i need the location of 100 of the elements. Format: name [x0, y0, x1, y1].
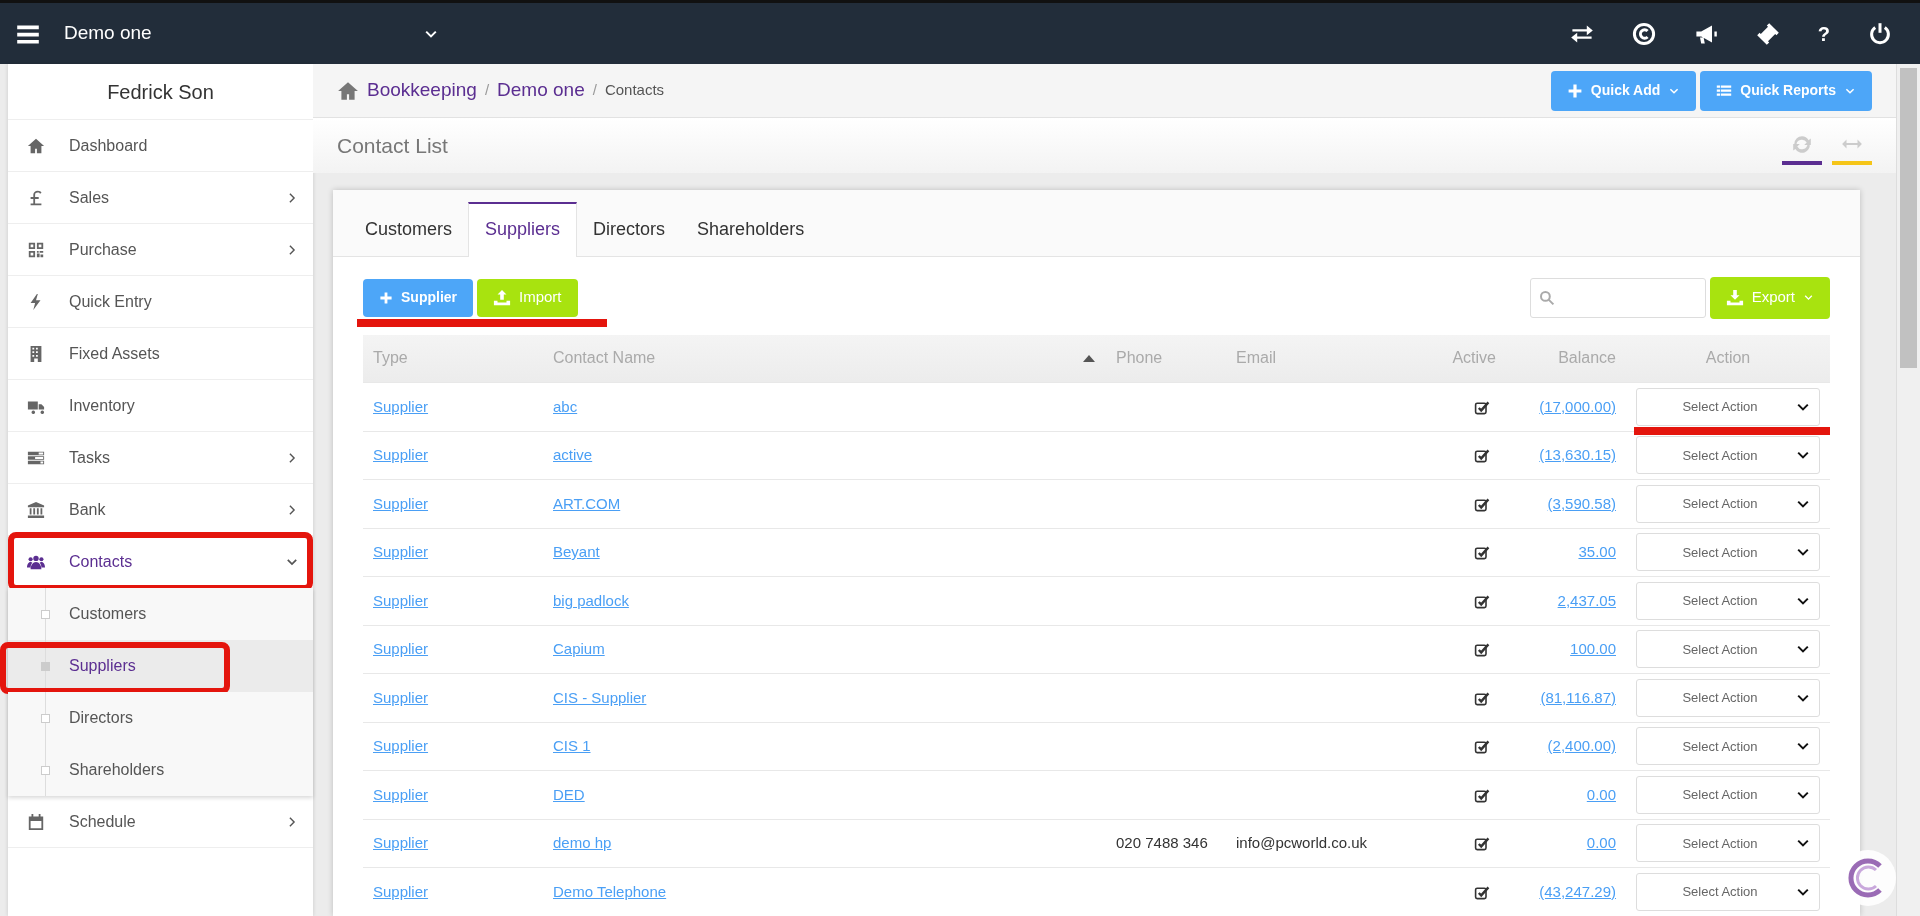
type-link[interactable]: Supplier: [373, 640, 429, 657]
balance-link[interactable]: 2,437.05: [1557, 591, 1616, 609]
action-select[interactable]: Select Action: [1636, 387, 1820, 426]
action-select[interactable]: Select Action: [1636, 484, 1820, 523]
tab[interactable]: Customers: [349, 201, 469, 256]
breadcrumb-separator: /: [484, 80, 490, 101]
contact-name-link[interactable]: CIS 1: [553, 737, 591, 754]
contact-name-link[interactable]: DED: [553, 785, 585, 803]
action-select[interactable]: Select Action: [1636, 581, 1820, 620]
sidebar-item[interactable]: Bank: [8, 484, 313, 536]
add-supplier-button[interactable]: Supplier: [363, 278, 473, 317]
column-header[interactable]: Balance: [1558, 349, 1616, 367]
action-select[interactable]: Select Action: [1636, 873, 1820, 911]
sidebar-item[interactable]: Sales: [8, 172, 313, 224]
balance-link[interactable]: 0.00: [1586, 785, 1616, 803]
type-link[interactable]: Supplier: [373, 785, 429, 803]
balance-link[interactable]: (81,116.87): [1540, 688, 1616, 706]
phone-number: 020 7488 346: [1116, 834, 1208, 851]
grid-icon: [26, 240, 46, 259]
scrollbar[interactable]: [1896, 64, 1920, 916]
contact-name-link[interactable]: abc: [553, 397, 578, 415]
download-icon: [1725, 288, 1744, 307]
email-address: info@pcworld.co.uk: [1236, 834, 1368, 851]
export-button[interactable]: Export: [1709, 276, 1830, 319]
type-link[interactable]: Supplier: [373, 494, 429, 512]
type-link[interactable]: Supplier: [373, 737, 429, 754]
search-field[interactable]: [1529, 277, 1706, 318]
sidebar-item[interactable]: Fixed Assets: [8, 328, 313, 380]
type-link[interactable]: Supplier: [373, 834, 429, 851]
user-name: Fedrick Son: [107, 79, 214, 105]
type-link[interactable]: Supplier: [373, 397, 429, 415]
tree-connector-icon: [41, 588, 51, 640]
balance-link[interactable]: (17,000.00): [1539, 397, 1616, 415]
breadcrumb-separator: /: [592, 80, 597, 101]
contact-name-link[interactable]: Demo Telephone: [553, 882, 667, 900]
contact-name-link[interactable]: ART.COM: [553, 494, 621, 512]
type-link[interactable]: Supplier: [373, 446, 429, 463]
column-header[interactable]: Type: [373, 349, 408, 367]
type-link[interactable]: Supplier: [373, 543, 429, 560]
action-select[interactable]: Select Action: [1636, 678, 1820, 717]
sidebar-item[interactable]: Purchase: [8, 224, 313, 276]
action-select[interactable]: Select Action: [1636, 775, 1820, 814]
dropdown-button[interactable]: Quick Add: [1550, 70, 1697, 111]
page-title: Contact List: [337, 132, 448, 159]
column-header[interactable]: Contact Name: [553, 346, 656, 371]
tab[interactable]: Suppliers: [468, 201, 578, 257]
type-link[interactable]: Supplier: [373, 688, 429, 706]
list-icon: [1716, 82, 1733, 99]
tab[interactable]: Directors: [577, 201, 682, 256]
column-header[interactable]: Email: [1236, 349, 1276, 367]
contact-name-link[interactable]: big padlock: [553, 591, 629, 609]
action-select[interactable]: Select Action: [1636, 630, 1820, 669]
upload-icon: [493, 288, 511, 307]
copyright-icon: [1631, 21, 1656, 46]
help-link[interactable]: ?: [1817, 18, 1830, 49]
balance-link[interactable]: 100.00: [1570, 640, 1616, 657]
submenu-item[interactable]: Directors: [8, 692, 313, 744]
type-link[interactable]: Supplier: [373, 882, 429, 900]
plus-icon: [379, 290, 393, 305]
balance-link[interactable]: 0.00: [1586, 834, 1616, 851]
home-icon: [26, 136, 46, 155]
sidebar-item[interactable]: Quick Entry: [8, 276, 313, 328]
company-selector[interactable]: Demo one: [64, 19, 439, 48]
bank-icon: [26, 500, 46, 519]
tab[interactable]: Shareholders: [681, 201, 821, 256]
contact-name-link[interactable]: CIS - Supplier: [553, 688, 647, 706]
ticket-icon: [1755, 21, 1780, 46]
breadcrumb-current: Contacts: [604, 80, 665, 101]
action-select[interactable]: Select Action: [1636, 727, 1820, 766]
search-icon: [1538, 289, 1555, 306]
contact-name-link[interactable]: demo hp: [553, 834, 612, 851]
refresh-icon: [1791, 133, 1813, 156]
power-icon: [1868, 21, 1892, 46]
submenu-item[interactable]: Customers: [8, 588, 313, 640]
breadcrumb-link[interactable]: Bookkeeping: [367, 76, 477, 105]
balance-link[interactable]: (2,400.00): [1547, 737, 1616, 754]
import-button[interactable]: Import: [477, 278, 578, 317]
sidebar-item[interactable]: Schedule: [8, 796, 313, 848]
tree-connector-icon: [41, 692, 51, 744]
sidebar-item[interactable]: Inventory: [8, 380, 313, 432]
action-select[interactable]: Select Action: [1636, 824, 1820, 863]
contact-name-link[interactable]: active: [553, 446, 593, 463]
column-header[interactable]: Phone: [1116, 349, 1163, 367]
submenu-item[interactable]: Shareholders: [8, 744, 313, 796]
dropdown-button[interactable]: Quick Reports: [1700, 70, 1872, 111]
balance-link[interactable]: (43,247.29): [1539, 882, 1616, 900]
balance-link[interactable]: (3,590.58): [1547, 494, 1616, 512]
balance-link[interactable]: (13,630.15): [1539, 446, 1616, 463]
column-header[interactable]: Action: [1705, 349, 1751, 367]
breadcrumb-link[interactable]: Demo one: [497, 76, 585, 105]
action-select[interactable]: Select Action: [1636, 533, 1820, 572]
sidebar-item[interactable]: Tasks: [8, 432, 313, 484]
contact-name-link[interactable]: Capium: [553, 640, 605, 657]
calendar-icon: [26, 812, 46, 831]
contact-name-link[interactable]: Beyant: [553, 543, 600, 560]
balance-link[interactable]: 35.00: [1578, 543, 1616, 560]
type-link[interactable]: Supplier: [373, 591, 429, 609]
tree-connector-icon: [41, 744, 51, 796]
plus-icon: [1566, 82, 1583, 99]
action-select[interactable]: Select Action: [1636, 436, 1820, 475]
